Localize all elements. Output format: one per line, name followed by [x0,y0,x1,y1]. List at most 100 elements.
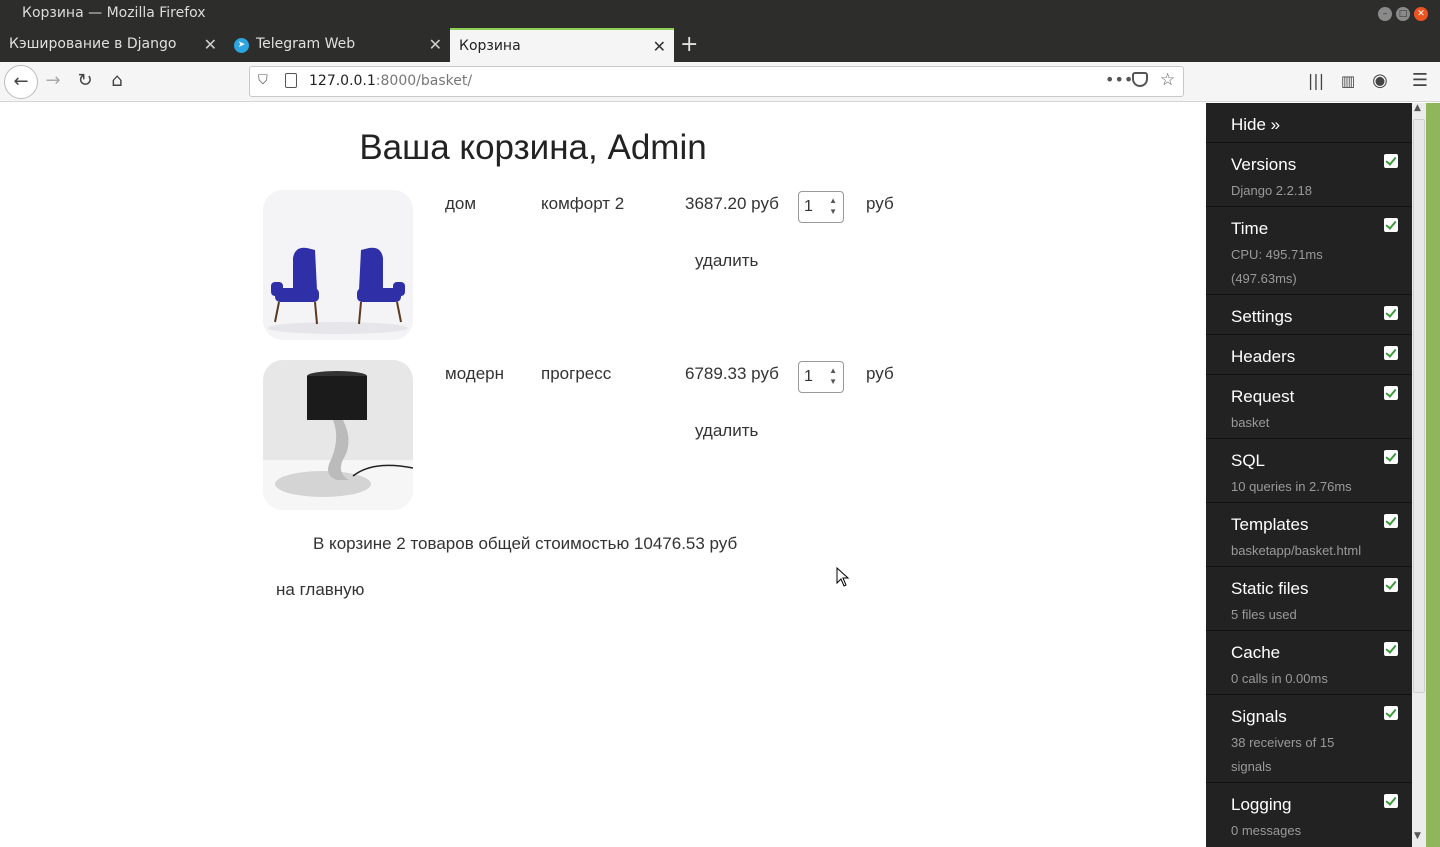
quantity-input[interactable]: 1 ▲ ▼ [798,361,844,393]
panel-checkbox-icon[interactable] [1384,706,1398,720]
panel-settings[interactable]: Settings [1206,295,1412,335]
shield-icon[interactable]: ⛉ [258,73,268,88]
scroll-down-icon[interactable]: ▼ [1414,831,1421,841]
panel-checkbox-icon[interactable] [1384,218,1398,232]
tab-django-caching[interactable]: Кэширование в Django ✕ [0,28,225,62]
panel-title: Request [1231,387,1295,406]
url-text[interactable]: 127.0.0.1:8000/basket/ [309,73,472,89]
panel-checkbox-icon[interactable] [1384,450,1398,464]
panel-static-files[interactable]: Static files 5 files used [1206,567,1412,631]
panel-subtitle: 38 receivers of 15 signals [1231,735,1335,774]
bookmark-star-icon[interactable]: ☆ [1160,70,1175,90]
home-icon[interactable]: ⌂ [103,68,131,94]
item-currency: руб [866,194,894,213]
panel-subtitle: 0 messages [1231,823,1302,838]
panel-checkbox-icon[interactable] [1384,306,1398,320]
item-category: дом [445,194,477,213]
page-scrollbar[interactable]: ▲ ▼ [1412,103,1440,847]
panel-sql[interactable]: SQL 10 queries in 2.76ms [1206,439,1412,503]
panel-checkbox-icon[interactable] [1384,386,1398,400]
panel-title: Static files [1231,579,1309,598]
panel-title: Time [1231,219,1269,238]
page-info-icon[interactable] [285,73,297,88]
hide-label: Hide » [1231,115,1281,134]
spinner-arrows-icon[interactable]: ▲ ▼ [829,195,837,217]
panel-logging[interactable]: Logging 0 messages [1206,783,1412,847]
panel-subtitle: 5 files used [1231,607,1297,622]
close-tab-icon[interactable]: ✕ [204,35,217,54]
page-content: Ваша корзина, Admin дом комфорт 2 3687.2… [0,103,1206,847]
item-currency: руб [866,364,894,383]
django-debug-toolbar: Hide » Versions Django 2.2.18 Time CPU: … [1206,103,1412,847]
basket-summary: В корзине 2 товаров общей стоимостью 104… [313,534,738,553]
panel-checkbox-icon[interactable] [1384,642,1398,656]
close-window-button[interactable]: ✕ [1414,7,1428,21]
tab-label: Корзина [459,38,521,54]
menu-icon[interactable]: ☰ [1406,68,1434,94]
quantity-input[interactable]: 1 ▲ ▼ [798,191,844,223]
home-link[interactable]: на главную [276,580,364,600]
panel-time[interactable]: Time CPU: 495.71ms (497.63ms) [1206,207,1412,295]
tab-strip: Кэширование в Django ✕ ➤ Telegram Web ✕ … [0,28,1440,62]
hide-toolbar-button[interactable]: Hide » [1206,103,1412,143]
close-tab-icon[interactable]: ✕ [429,35,442,54]
scroll-up-icon[interactable]: ▲ [1414,103,1421,113]
spinner-arrows-icon[interactable]: ▲ ▼ [829,365,837,387]
item-price: 6789.33 руб [685,364,779,383]
panel-signals[interactable]: Signals 38 receivers of 15 signals [1206,695,1412,783]
panel-checkbox-icon[interactable] [1384,794,1398,808]
new-tab-icon[interactable]: + [680,32,698,57]
mouse-cursor-icon [836,567,850,587]
panel-subtitle: CPU: 495.71ms (497.63ms) [1231,247,1323,286]
panel-checkbox-icon[interactable] [1384,154,1398,168]
panel-subtitle: 0 calls in 0.00ms [1231,671,1328,686]
panel-versions[interactable]: Versions Django 2.2.18 [1206,143,1412,207]
panel-cache[interactable]: Cache 0 calls in 0.00ms [1206,631,1412,695]
panel-checkbox-icon[interactable] [1384,514,1398,528]
item-name: комфорт 2 [541,194,625,213]
panel-subtitle: Django 2.2.18 [1231,183,1312,198]
reload-icon[interactable]: ↻ [71,68,99,94]
tab-telegram-web[interactable]: ➤ Telegram Web ✕ [225,28,450,62]
close-tab-icon[interactable]: ✕ [653,37,666,56]
panel-title: Signals [1231,707,1287,726]
page-actions-icon[interactable]: ••• [1105,70,1133,89]
forward-arrow-icon[interactable]: → [39,68,67,94]
product-image-armchairs [263,190,413,340]
panel-templates[interactable]: Templates basketapp/basket.html [1206,503,1412,567]
tab-label: Кэширование в Django [9,36,177,52]
back-arrow-icon[interactable]: ← [4,65,38,99]
quantity-value: 1 [804,368,813,385]
panel-request[interactable]: Request basket [1206,375,1412,439]
sidebar-icon[interactable]: ▥ [1334,68,1362,94]
quantity-value: 1 [804,198,813,215]
pocket-icon[interactable] [1132,72,1148,87]
panel-checkbox-icon[interactable] [1384,578,1398,592]
panel-title: Settings [1231,307,1293,326]
tab-label: Telegram Web [256,36,356,52]
maximize-button[interactable]: □ [1396,7,1410,21]
url-host: 127.0.0.1 [309,73,376,89]
window-title: Корзина — Mozilla Firefox [22,5,206,21]
telegram-icon: ➤ [234,38,249,53]
account-icon[interactable]: ◉ [1366,68,1394,94]
debug-toolbar-handle[interactable] [1426,103,1440,847]
scrollbar-thumb[interactable] [1413,119,1425,693]
panel-headers[interactable]: Headers [1206,335,1412,375]
minimize-button[interactable]: – [1378,7,1392,21]
window-titlebar: Корзина — Mozilla Firefox – □ ✕ [0,0,1440,28]
panel-title: SQL [1231,451,1266,470]
tab-basket[interactable]: Корзина ✕ [450,28,674,62]
item-price: 3687.20 руб [685,194,779,213]
navigation-toolbar: ← → ↻ ⌂ ⛉ 127.0.0.1:8000/basket/ ••• ☆ |… [0,62,1440,102]
address-bar[interactable]: ⛉ 127.0.0.1:8000/basket/ ••• ☆ [249,66,1184,97]
library-icon[interactable]: ||| [1302,68,1330,94]
url-path: :8000/basket/ [375,73,473,89]
delete-item-link[interactable]: удалить [695,251,758,271]
panel-checkbox-icon[interactable] [1384,346,1398,360]
panel-title: Logging [1231,795,1292,814]
panel-subtitle: basket [1231,415,1270,430]
delete-item-link[interactable]: удалить [695,421,758,441]
item-name: прогресс [541,364,612,383]
item-category: модерн [445,364,504,383]
